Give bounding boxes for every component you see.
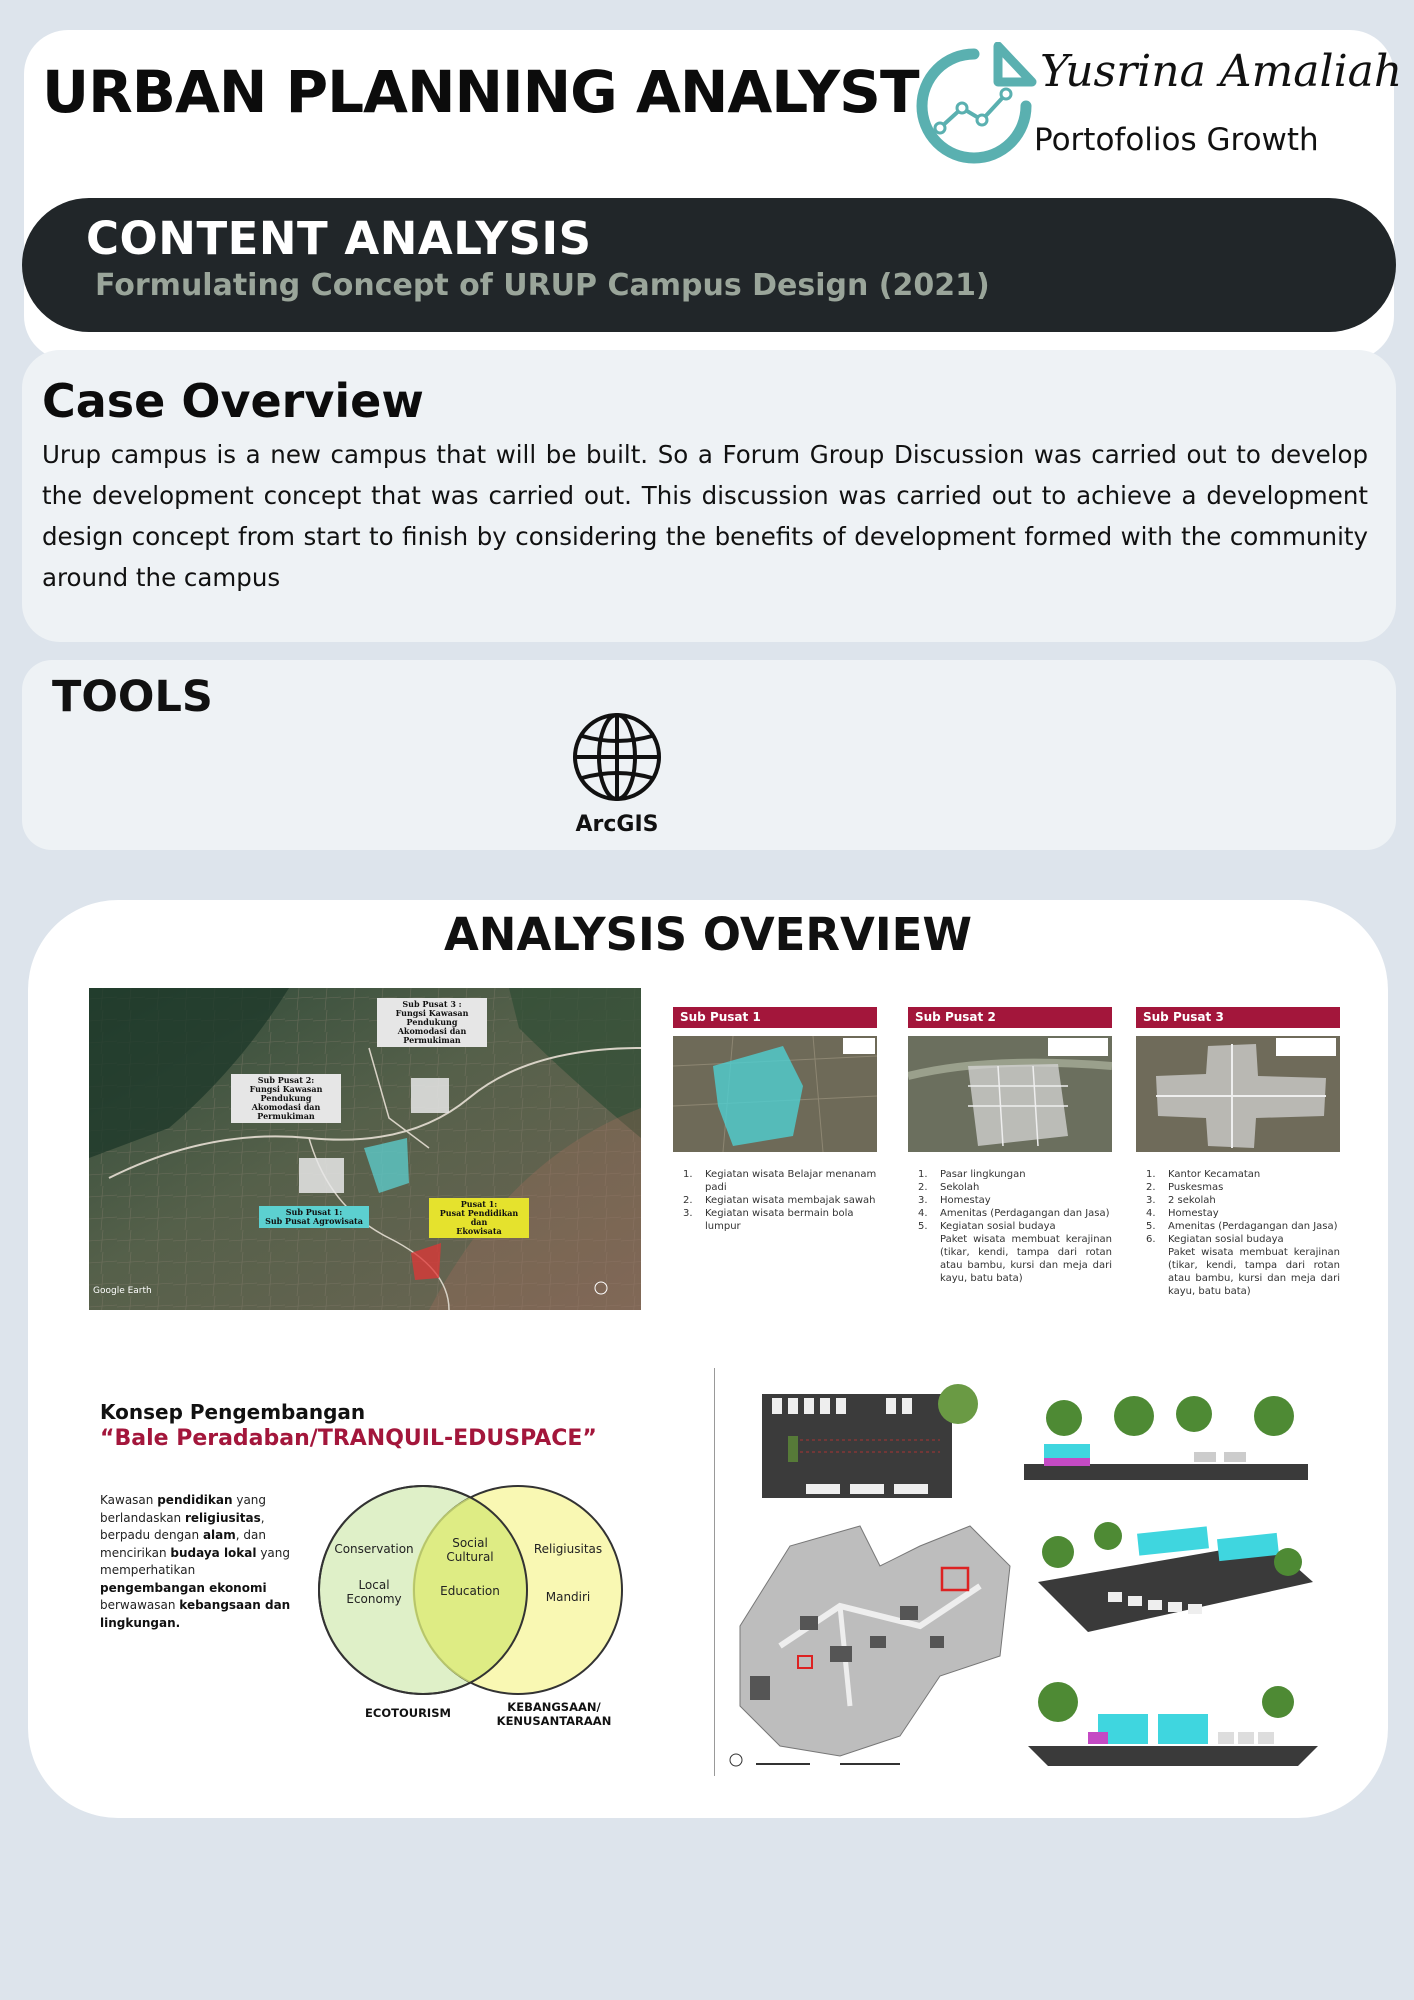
section-divider [714,1368,715,1776]
sub-pusat-1-list: 1. Kegiatan wisata Belajar menanam padi 2… [673,1168,877,1233]
growth-chart-logo-icon [916,42,1037,164]
tools-title: TOOLS [52,672,213,722]
list-item: 1. Pasar lingkungan [918,1169,1026,1180]
list-item: 5. Amenitas (Perdagangan dan Jasa) [1146,1221,1338,1232]
sub-pusat-2-photo [908,1036,1112,1152]
brand-logo: Yusrina Amaliah Portofolios Growth [910,40,1402,175]
venn-label-education: Education [440,1584,500,1598]
venn-label-social-cultural: Social Cultural [446,1536,494,1564]
satellite-map: Sub Pusat 3 : Fungsi Kawasan Pendukung A… [89,988,641,1310]
list-item: 3. Kegiatan wisata bermain bola lumpur [683,1208,854,1232]
list-item: 4. Amenitas (Perdagangan dan Jasa) [918,1208,1110,1219]
venn-foot-kebangsaan: KEBANGSAAN/ KENUSANTARAAN [496,1700,612,1728]
case-overview-title: Case Overview [42,374,424,428]
venn-diagram: Conservation Local Economy Social Cultur… [308,1480,638,1728]
analysis-overview-title: ANALYSIS OVERVIEW [443,908,972,961]
concept-description: Kawasan pendidikan yang berlandaskan rel… [100,1493,291,1630]
concept-heading: Konsep Pengembangan [100,1400,366,1424]
venn-label-local-economy: Local Economy [346,1578,402,1606]
list-item: 2. Sekolah [918,1182,980,1193]
sub-pusat-1-title: Sub Pusat 1 [673,1007,877,1028]
case-overview-body: Urup campus is a new campus that will be… [42,440,1368,592]
bus-terminal-render-1 [1024,1388,1308,1488]
banner-subtitle: Formulating Concept of URUP Campus Desig… [95,268,990,303]
list-item: 3. Homestay [918,1195,991,1206]
logo-signature: Yusrina Amaliah [1040,46,1403,97]
tool-label: ArcGIS [575,812,659,837]
campus-site-plan-image [720,1506,1020,1776]
bus-terminal-render-3 [1028,1662,1318,1776]
page-title: URBAN PLANNING ANALYST [42,58,920,126]
sub-pusat-2-list: 1. Pasar lingkungan 2. Sekolah 3. Homestay … [908,1168,1112,1233]
venn-label-mandiri: Mandiri [545,1590,591,1604]
globe-icon [573,713,661,801]
tools-card: TOOLS ArcGIS [22,660,1396,850]
concept-block: Konsep Pengembangan “Bale Peradaban/TRAN… [58,1380,698,1740]
sub-pusat-1-panel: Sub Pusat 1 1. Kegiatan wisata Belajar me… [673,1007,877,1233]
list-item: 5. Kegiatan sosial budaya [918,1221,1056,1232]
list-item: 1. Kegiatan wisata Belajar menanam padi [683,1169,877,1193]
section-banner: CONTENT ANALYSIS Formulating Concept of … [22,198,1396,332]
map-label-pusat-1: Pusat 1: Pusat Pendidikan dan Ekowisata [429,1198,529,1238]
map-label-sub-pusat-2: Sub Pusat 2: Fungsi Kawasan Pendukung Ak… [231,1074,341,1123]
sub-pusat-1-photo [673,1036,877,1152]
map-label-sub-pusat-1: Sub Pusat 1: Sub Pusat Agrowisata [259,1206,369,1228]
sub-pusat-3-note: Paket wisata membuat kerajinan (tikar, k… [1168,1247,1340,1297]
case-overview-card: Case Overview Urup campus is a new campu… [22,350,1396,642]
banner-title: CONTENT ANALYSIS [86,212,592,265]
list-item: 4. Homestay [1146,1208,1219,1219]
venn-foot-ecotourism: ECOTOURISM [365,1706,451,1720]
bus-terminal-render-2 [1028,1512,1318,1642]
tool-arcgis: ArcGIS [542,712,692,840]
map-watermark: Google Earth [93,1286,152,1296]
sub-pusat-3-list: 1. Kantor Kecamatan 2. Puskesmas 3. 2 sekol… [1136,1168,1340,1246]
sub-pusat-2-title: Sub Pusat 2 [908,1007,1112,1028]
parking-plan-image [730,1380,992,1502]
list-item: 2. Puskesmas [1146,1182,1224,1193]
venn-label-conservation: Conservation [334,1542,414,1556]
logo-tagline: Portofolios Growth [1034,122,1319,158]
sub-pusat-3-panel: Sub Pusat 3 1. Kantor Kecamatan 2. Puskesm… [1136,1007,1340,1298]
sub-pusat-3-title: Sub Pusat 3 [1136,1007,1340,1028]
list-item: 3. 2 sekolah [1146,1195,1216,1206]
sub-pusat-2-panel: Sub Pusat 2 1. Pasar lingkungan 2. Sekolah… [908,1007,1112,1285]
venn-label-religiusitas: Religiusitas [533,1542,603,1556]
satellite-map-image [89,988,641,1310]
list-item: 6. Kegiatan sosial budaya [1146,1234,1284,1245]
analysis-overview-card: ANALYSIS OVERVIEW Sub Pusat 3: Fungsi K… [28,900,1388,1818]
list-item: 2. Kegiatan wisata membajak sawah [683,1195,876,1206]
concept-quote: “Bale Peradaban/TRANQUIL-EDUSPACE” [100,1426,597,1451]
list-item: 1. Kantor Kecamatan [1146,1169,1261,1180]
sub-pusat-2-note: Paket wisata membuat kerajinan (tikar, k… [940,1234,1112,1284]
map-label-sub-pusat-3: Sub Pusat 3 : Fungsi Kawasan Pendukung A… [377,998,487,1047]
sub-pusat-3-photo [1136,1036,1340,1152]
